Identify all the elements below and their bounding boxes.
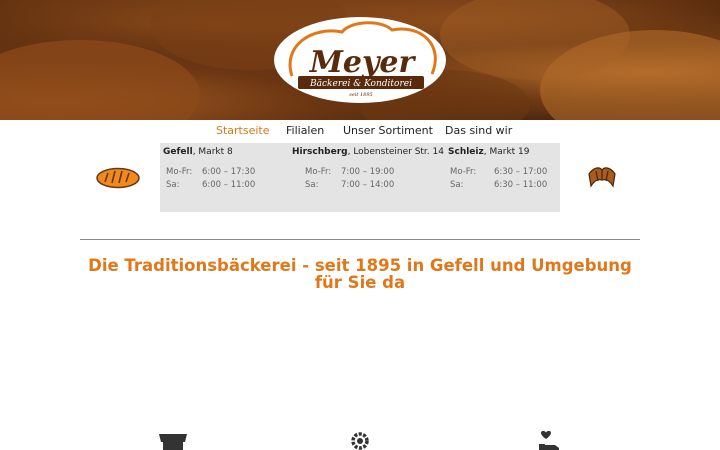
hours-row: Sa: 6:00 – 11:00: [166, 180, 256, 190]
branch-address: , Lobensteiner Str. 14: [347, 147, 444, 157]
nav-das-sind-wir[interactable]: Das sind wir: [445, 124, 512, 138]
hours-row: Sa: 7:00 – 14:00: [305, 180, 395, 190]
branch-hirschberg: Hirschberg, Lobensteiner Str. 14: [292, 147, 444, 157]
hours-row: Mo-Fr: 7:00 – 19:00: [305, 167, 395, 177]
nav-filialen[interactable]: Filialen: [286, 124, 324, 138]
bread-loaf-icon: [96, 167, 140, 189]
branch-schleiz: Schleiz, Markt 19: [448, 147, 530, 157]
page-headline: Die Traditionsbäckerei - seit 1895 in Ge…: [88, 256, 632, 292]
section-divider: [80, 239, 640, 240]
opening-hours-panel: Gefell, Markt 8 Mo-Fr: 6:00 – 17:30 Sa: 6:…: [160, 143, 560, 212]
hours-row: Mo-Fr: 6:00 – 17:30: [166, 167, 256, 177]
logo-name: Meyer: [309, 45, 417, 80]
logo-subtitle: Bäckerei & Konditorei: [309, 79, 412, 89]
hours-row: Mo-Fr: 6:30 – 17:00: [450, 167, 548, 177]
branch-address: , Markt 19: [483, 147, 530, 157]
branch-town: Hirschberg: [292, 147, 348, 157]
gear-icon: [351, 432, 369, 450]
main-nav: Startseite Filialen Unser Sortiment Das …: [0, 124, 720, 140]
nav-sortiment[interactable]: Unser Sortiment: [343, 124, 433, 138]
nav-startseite[interactable]: Startseite: [216, 124, 270, 138]
heart-hand-icon: [539, 431, 559, 450]
branch-town: Schleiz: [448, 147, 484, 157]
croissant-icon: [588, 167, 616, 188]
branch-address: , Markt 8: [192, 147, 233, 157]
hero-banner: Meyer Bäckerei & Konditorei seit 1895: [0, 0, 720, 120]
meyer-logo[interactable]: Meyer Bäckerei & Konditorei seit 1895: [272, 16, 448, 104]
store-icon: [159, 434, 187, 450]
branch-town: Gefell: [163, 147, 193, 157]
logo-since: seit 1895: [349, 92, 372, 98]
branch-gefell: Gefell, Markt 8: [163, 147, 233, 157]
hours-row: Sa: 6:30 – 11:00: [450, 180, 548, 190]
